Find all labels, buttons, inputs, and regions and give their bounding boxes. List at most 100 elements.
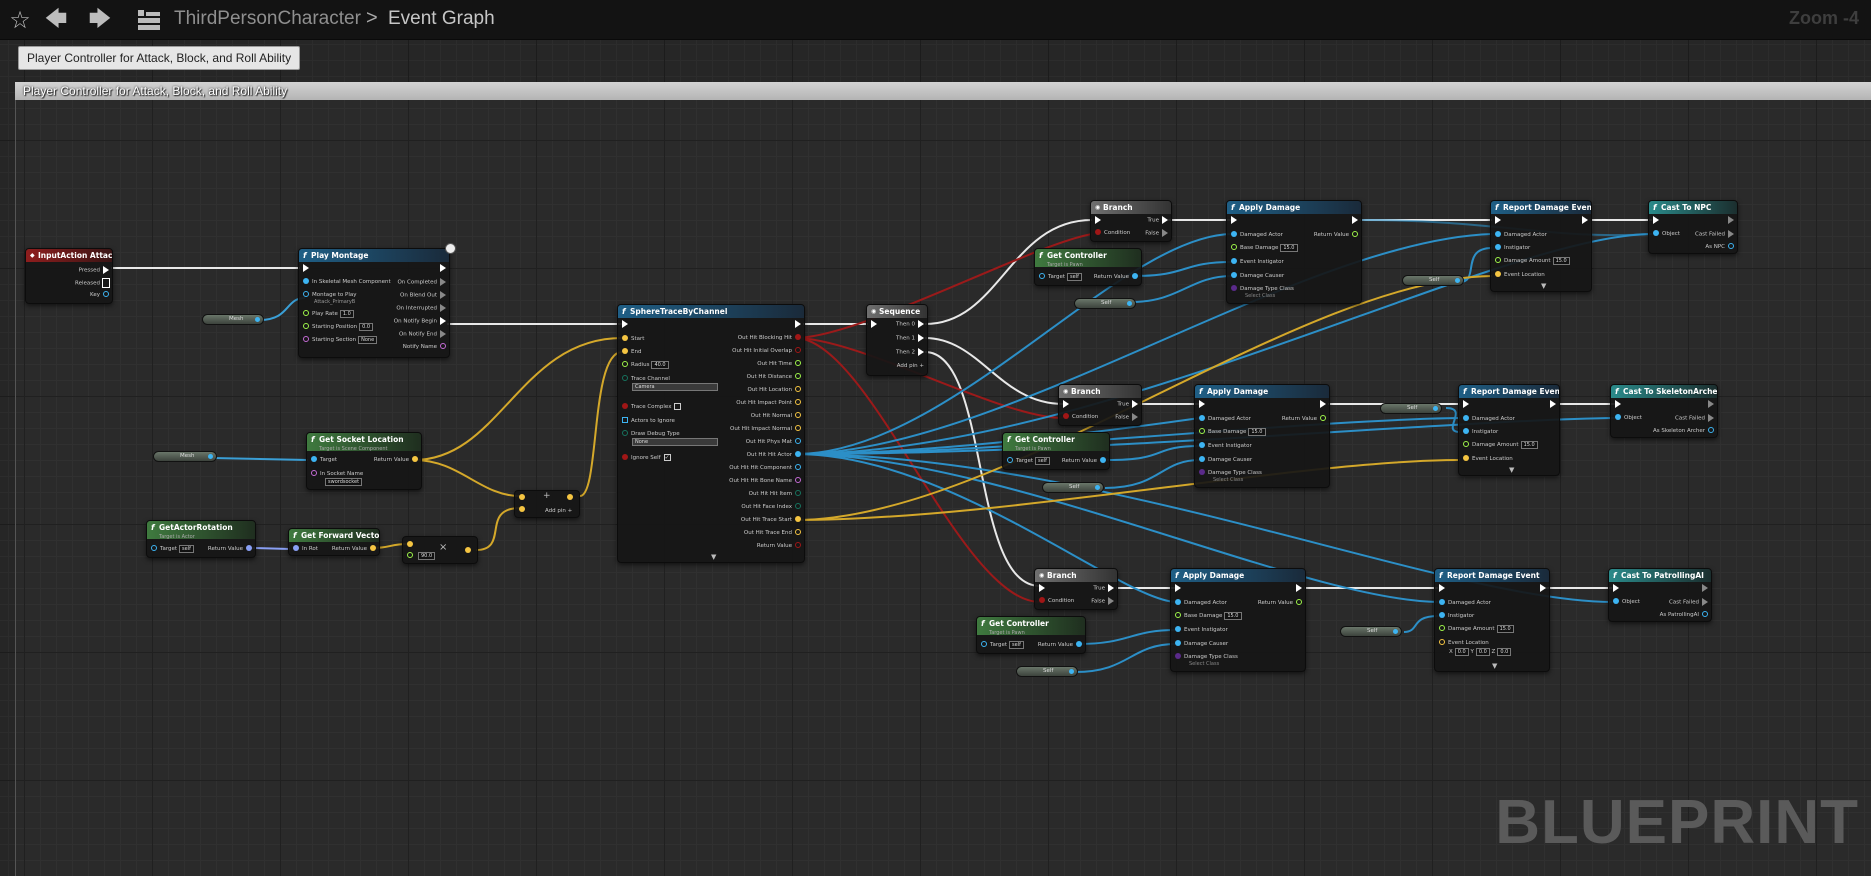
pin-as-patrolling-ai[interactable]: As PatrollingAI bbox=[1660, 611, 1708, 619]
pin-exec-in[interactable] bbox=[303, 264, 312, 273]
node-branch[interactable]: Branch Condition True False bbox=[1058, 384, 1142, 426]
trace-channel-dropdown[interactable]: Camera bbox=[632, 383, 718, 391]
pin-on-interrupted[interactable]: On Interrupted bbox=[396, 304, 446, 313]
pin-trace-output[interactable]: Out Hit Blocking Hit bbox=[738, 334, 801, 342]
pin-trace-output[interactable]: Out Hit Trace Start bbox=[741, 516, 801, 524]
node-sequence[interactable]: Sequence Then 0 Then 1 Then 2 Add pin + bbox=[866, 304, 928, 376]
pin-target[interactable]: Target self bbox=[981, 641, 1024, 649]
pin-exec-in[interactable] bbox=[1199, 400, 1208, 409]
pin-exec-out[interactable] bbox=[437, 264, 446, 273]
pin-exec-in[interactable] bbox=[1495, 216, 1504, 225]
pin-exec-out[interactable] bbox=[1579, 216, 1588, 225]
socket-name-value[interactable]: swordsocket bbox=[323, 478, 363, 486]
pin-target[interactable]: Target self bbox=[1039, 273, 1082, 281]
pin-cast-failed[interactable]: Cast Failed bbox=[1669, 598, 1708, 607]
pin-end[interactable]: End bbox=[622, 348, 641, 356]
pin-dot[interactable] bbox=[795, 425, 801, 431]
pin-released[interactable]: Released bbox=[75, 278, 110, 288]
pin-exec-in[interactable] bbox=[1095, 216, 1104, 225]
montage-value[interactable]: Attack_PrimaryB bbox=[314, 298, 355, 306]
chevron-down-icon[interactable]: ▼ bbox=[1541, 282, 1546, 290]
pin-dot[interactable] bbox=[795, 347, 801, 353]
node-get-forward-vector[interactable]: Get Forward Vector In Rot Return Value bbox=[288, 528, 380, 556]
pin-damaged-actor[interactable]: Damaged Actor bbox=[1463, 415, 1515, 423]
pin-event-location[interactable]: Event Location bbox=[1439, 639, 1489, 647]
node-apply-damage[interactable]: Apply Damage Damaged Actor Return Value … bbox=[1194, 384, 1330, 488]
variable-self[interactable]: Self bbox=[1042, 482, 1104, 493]
pin-radius[interactable]: Radius 40.0 bbox=[622, 361, 669, 369]
pin-dot[interactable] bbox=[795, 464, 801, 470]
variable-self[interactable]: Self bbox=[1340, 626, 1402, 637]
pin-key[interactable]: Key bbox=[90, 291, 109, 299]
pin-dot[interactable] bbox=[795, 516, 801, 522]
pin-trace-output[interactable]: Return Value bbox=[757, 542, 801, 550]
node-report-damage-event[interactable]: Report Damage Event Damaged Actor Instig… bbox=[1434, 568, 1550, 672]
pin-object[interactable]: Object bbox=[1653, 230, 1680, 238]
node-play-montage[interactable]: Play Montage In Skeletal Mesh Component … bbox=[298, 248, 450, 358]
pin-damaged-actor[interactable]: Damaged Actor bbox=[1199, 415, 1251, 423]
pin-exec-in[interactable] bbox=[1613, 584, 1622, 593]
pin-false[interactable]: False bbox=[1145, 229, 1168, 238]
pin-target[interactable]: Target bbox=[311, 456, 337, 464]
pin-exec-out[interactable] bbox=[1725, 216, 1734, 225]
pin-trace-output[interactable]: Out Hit Hit Item bbox=[749, 490, 801, 498]
pin-cast-failed[interactable]: Cast Failed bbox=[1695, 230, 1734, 239]
pin-exec-out[interactable] bbox=[1537, 584, 1546, 593]
pin-return-value[interactable]: Return Value bbox=[1258, 599, 1302, 607]
pin-exec-out[interactable] bbox=[1349, 216, 1358, 225]
pin-on-blend-out[interactable]: On Blend Out bbox=[400, 291, 446, 300]
pin-return-value[interactable]: Return Value bbox=[1094, 273, 1138, 281]
pin-draw-debug-type[interactable]: Draw Debug Type bbox=[622, 430, 680, 438]
pin-b[interactable]: 90.0 bbox=[407, 552, 436, 560]
variable-self[interactable]: Self bbox=[1074, 298, 1136, 309]
pin-return-value[interactable]: Return Value bbox=[1062, 457, 1106, 465]
pin-dot[interactable] bbox=[795, 386, 801, 392]
node-input-action-attack[interactable]: InputAction Attack Pressed Released Key bbox=[25, 248, 113, 304]
pin-exec-out[interactable] bbox=[792, 320, 801, 329]
pin-exec-in[interactable] bbox=[1175, 584, 1184, 593]
pin-base-damage[interactable]: Base Damage 15.0 bbox=[1199, 428, 1266, 436]
pin-base-damage[interactable]: Base Damage 15.0 bbox=[1231, 244, 1298, 252]
pin-out[interactable] bbox=[567, 494, 576, 502]
blueprint-grid-icon[interactable] bbox=[137, 9, 161, 31]
pin-event-location[interactable]: Event Location bbox=[1463, 455, 1513, 463]
pin-exec-out[interactable] bbox=[1547, 400, 1556, 409]
pin-on-notify-end[interactable]: On Notify End bbox=[399, 330, 446, 339]
pin-trace-output[interactable]: Out Hit Hit Actor bbox=[747, 451, 801, 459]
pin-out[interactable] bbox=[465, 547, 474, 555]
pin-pressed[interactable]: Pressed bbox=[79, 266, 109, 275]
pin-trace-output[interactable]: Out Hit Hit Bone Name bbox=[729, 477, 801, 485]
node-cast-to-npc[interactable]: Cast To NPC Object Cast Failed As NPC bbox=[1648, 200, 1738, 254]
pin-dot[interactable] bbox=[795, 373, 801, 379]
pin-trace-output[interactable]: Out Hit Location bbox=[747, 386, 801, 394]
pin-return-value[interactable]: Return Value bbox=[332, 545, 376, 553]
chevron-down-icon[interactable]: ▼ bbox=[1509, 466, 1514, 474]
pin-true[interactable]: True bbox=[1147, 216, 1168, 225]
node-sphere-trace-by-channel[interactable]: SphereTraceByChannel Start End Radius40.… bbox=[617, 304, 805, 563]
damage-type-dropdown[interactable]: Select Class bbox=[1213, 476, 1243, 484]
pin-damaged-actor[interactable]: Damaged Actor bbox=[1439, 599, 1491, 607]
pin-dot[interactable] bbox=[795, 412, 801, 418]
pin-false[interactable]: False bbox=[1091, 597, 1114, 606]
pin-dot[interactable] bbox=[795, 503, 801, 509]
pin-on-notify-begin[interactable]: On Notify Begin bbox=[394, 317, 446, 326]
node-cast-to-patrolling-ai[interactable]: Cast To PatrollingAI Object Cast Failed … bbox=[1608, 568, 1712, 622]
pin-instigator[interactable]: Instigator bbox=[1463, 428, 1498, 436]
pin-in-socket-name[interactable]: In Socket Name bbox=[311, 470, 363, 478]
pin-exec-in[interactable] bbox=[622, 320, 631, 329]
pin-trace-output[interactable]: Out Hit Face Index bbox=[741, 503, 801, 511]
pin-exec-in[interactable] bbox=[1439, 584, 1448, 593]
add-pin-button[interactable]: Add pin + bbox=[897, 362, 924, 370]
pin-exec-out[interactable] bbox=[1317, 400, 1326, 409]
pin-damage-amount[interactable]: Damage Amount 15.0 bbox=[1463, 441, 1538, 449]
node-branch[interactable]: Branch Condition True False bbox=[1090, 200, 1172, 242]
pin-b[interactable] bbox=[519, 506, 528, 514]
pin-return-value[interactable]: Return Value bbox=[1282, 415, 1326, 423]
pin-dot[interactable] bbox=[795, 490, 801, 496]
arrow-left-icon[interactable]: 🡄 bbox=[42, 6, 70, 34]
pin-as-skeleton-archer[interactable]: As Skeleton Archer bbox=[1653, 427, 1714, 435]
pin-dot[interactable] bbox=[795, 477, 801, 483]
pin-return-value[interactable]: Return Value bbox=[374, 456, 418, 464]
chevron-down-icon[interactable]: ▼ bbox=[711, 553, 716, 561]
pin-event-instigator[interactable]: Event Instigator bbox=[1175, 626, 1228, 634]
